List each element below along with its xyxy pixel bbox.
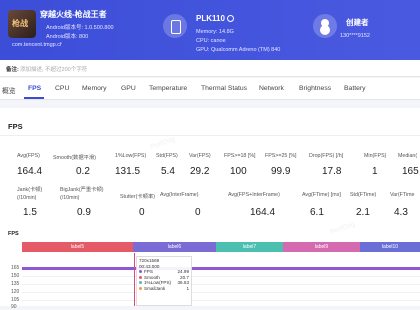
- device-cpu: CPU: canoe: [196, 38, 226, 44]
- series-dot-icon: [139, 286, 142, 290]
- tooltip-row-name: Smooth: [144, 274, 160, 280]
- fps-series-line: [22, 267, 420, 270]
- note-bar: 备注: 添加描述, 不超过200个字符: [0, 60, 420, 77]
- device-icon: [163, 14, 187, 38]
- tab-brightness[interactable]: Brightness: [299, 85, 331, 92]
- metric-label: Std(FPS): [156, 153, 178, 159]
- metric-value: 1.5: [23, 207, 37, 218]
- panel-title: FPS: [8, 122, 23, 131]
- series-dot-icon: [139, 270, 142, 274]
- metric-value: 6.1: [310, 207, 324, 218]
- metric-value: 5.4: [161, 166, 175, 177]
- y-tick-label: 120: [11, 289, 20, 295]
- app-version-name: Android版本号: 1.0.500.800: [46, 25, 114, 31]
- user-icon: [313, 14, 337, 38]
- tab-memory[interactable]: Memory: [82, 85, 107, 92]
- app-package: com.tencent.tmgp.cf: [12, 42, 62, 48]
- label-segment[interactable]: label5: [22, 242, 133, 252]
- tooltip-row-name: SmallJank: [144, 285, 166, 291]
- metric-label: Smooth(数据平滑): [53, 155, 96, 161]
- tab-overview[interactable]: 概览: [2, 85, 16, 95]
- y-tick-label: 105: [11, 297, 20, 303]
- tab-fps[interactable]: FPS: [28, 85, 41, 92]
- tooltip-row-name: 1%Low(FPS): [144, 280, 172, 286]
- metric-value: 99.9: [271, 166, 291, 177]
- chart-title: FPS: [8, 231, 19, 237]
- metric-value: 1: [372, 166, 378, 177]
- tooltip-row-value: 1: [186, 285, 189, 291]
- metric-label: Var(FPS): [189, 153, 211, 159]
- metric-value: 131.5: [115, 166, 141, 177]
- tab-battery[interactable]: Battery: [344, 85, 366, 92]
- device-model-text: PLK110: [196, 14, 225, 23]
- tooltip-row-name: FPS: [144, 269, 153, 275]
- metric-label: Avg(FTime) [ms]: [302, 192, 341, 198]
- metric-value: 17.8: [322, 166, 342, 177]
- app-icon-text: 枪战: [12, 19, 28, 28]
- metric-label: Avg(InterFrame): [160, 192, 199, 198]
- metric-value: 0: [195, 207, 201, 218]
- series-dot-icon: [139, 275, 142, 279]
- tab-gpu[interactable]: GPU: [121, 85, 136, 92]
- creator-id: 130****9152: [340, 33, 370, 39]
- creator-label: 创建者: [346, 18, 369, 27]
- metric-value: 2.1: [356, 207, 370, 218]
- device-model: PLK110: [196, 14, 234, 23]
- metric-label: Median(: [398, 153, 418, 159]
- active-tab-indicator: [24, 97, 44, 99]
- metric-label: Avg(FPS+InterFrame): [228, 192, 280, 198]
- gridline: [22, 300, 420, 301]
- note-label: 备注:: [6, 67, 19, 73]
- tooltip-row: SmallJank 1: [139, 286, 189, 292]
- metric-label: Avg(FPS): [17, 153, 40, 159]
- metric-label: FPS>=25 [%]: [265, 153, 297, 159]
- metric-tabs: 概览 FPS CPU Memory GPU Temperature Therma…: [0, 78, 420, 100]
- metric-label: Jank(卡顿) (/10min): [17, 187, 43, 201]
- gridline: [22, 292, 420, 293]
- tab-thermal-status[interactable]: Thermal Status: [201, 85, 247, 92]
- app-name: 穿越火线-枪战王者: [40, 10, 107, 19]
- y-tick-label: 135: [11, 281, 20, 287]
- metric-label: Drop(FPS) [/h]: [309, 153, 344, 159]
- metric-value: 164.4: [250, 207, 276, 218]
- metric-value: 0.9: [77, 207, 91, 218]
- label-segment[interactable]: label9: [283, 242, 360, 252]
- app-icon: 枪战: [8, 10, 36, 38]
- series-dot-icon: [139, 281, 142, 285]
- tab-cpu[interactable]: CPU: [55, 85, 69, 92]
- metric-value: 0: [139, 207, 145, 218]
- metric-label: Stutter(卡顿率): [120, 194, 156, 200]
- y-tick-label: 165: [11, 265, 20, 271]
- metric-label: Var(FTime: [390, 192, 415, 198]
- label-segment[interactable]: label7: [216, 242, 283, 252]
- tab-network[interactable]: Network: [259, 85, 284, 92]
- gridline: [22, 276, 420, 277]
- metric-label: Std(FTime): [350, 192, 377, 198]
- metric-label: FPS>=18 [%]: [224, 153, 256, 159]
- metric-value: 4.3: [394, 207, 408, 218]
- metric-label: 1%Low(FPS): [115, 153, 147, 159]
- info-icon[interactable]: [226, 15, 234, 23]
- gridline: [22, 284, 420, 285]
- metric-value: 0.2: [76, 166, 90, 177]
- device-memory: Memory: 14.8G: [196, 29, 234, 35]
- metric-label: BigJank(严重卡顿) (/10min): [60, 187, 104, 201]
- app-version-code: Android版本: 800: [46, 34, 89, 40]
- metric-value: 165: [402, 166, 419, 177]
- divider: [0, 135, 420, 136]
- y-tick-label: 150: [11, 273, 20, 279]
- hover-cursor-line: [134, 253, 135, 306]
- metric-value: 100: [230, 166, 247, 177]
- app-header: 枪战 穿越火线-枪战王者 Android版本号: 1.0.500.800 And…: [0, 0, 420, 60]
- y-tick-label: 90: [11, 304, 17, 310]
- metric-value: 29.2: [190, 166, 210, 177]
- metric-value: 164.4: [17, 166, 43, 177]
- device-gpu: GPU: Qualcomm Adreno (TM) 840: [196, 47, 281, 53]
- note-input[interactable]: 添加描述, 不超过200个字符: [20, 65, 87, 73]
- label-segment[interactable]: label10: [360, 242, 420, 252]
- tab-temperature[interactable]: Temperature: [149, 85, 187, 92]
- chart-tooltip: 720x1569 00:43.000 FPS 24.99 Smooth 20.7 1…: [136, 256, 192, 306]
- metric-label: Min(FPS): [364, 153, 387, 159]
- label-segment[interactable]: label6: [133, 242, 216, 252]
